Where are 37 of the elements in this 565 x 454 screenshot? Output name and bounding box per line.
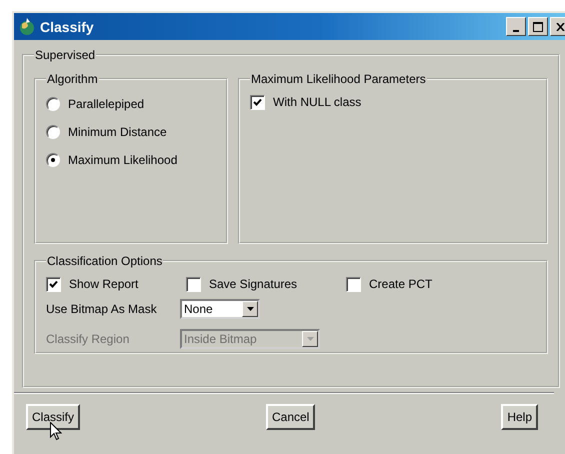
maximize-button[interactable]: [528, 17, 548, 36]
field-label: Classify Region: [46, 332, 130, 346]
minimize-icon: [513, 30, 519, 32]
checkbox[interactable]: [186, 276, 201, 292]
group-title: Algorithm: [46, 72, 99, 86]
checkbox[interactable]: [46, 276, 61, 292]
dialog-button[interactable]: Cancel: [266, 404, 316, 430]
field-label: Use Bitmap As Mask: [46, 302, 158, 316]
radio-button[interactable]: [46, 153, 60, 167]
group-title: Maximum Likelihood Parameters: [250, 72, 427, 86]
dialog-button[interactable]: Help: [501, 404, 538, 430]
window-title: Classify: [40, 18, 95, 34]
caret-icon: [246, 307, 254, 311]
close-button[interactable]: [550, 17, 565, 36]
radio-label: Parallelepiped: [68, 97, 144, 111]
checkbox-label: Show Report: [69, 277, 138, 291]
close-icon: [556, 22, 564, 30]
minimize-button[interactable]: [506, 17, 526, 36]
radio-label: Maximum Likelihood: [68, 153, 178, 167]
group-title: Supervised: [34, 48, 96, 62]
group-title: Classification Options: [46, 254, 164, 268]
checkbox-label: With NULL class: [273, 95, 362, 109]
radio-label: Minimum Distance: [68, 125, 167, 139]
dialog-button[interactable]: Classify: [26, 404, 80, 430]
maximize-icon: [533, 22, 543, 32]
checkbox[interactable]: [250, 94, 265, 110]
checkbox-label: Create PCT: [369, 277, 432, 291]
check-mark-icon: [253, 98, 262, 106]
pointer-icon: [50, 422, 62, 441]
radio-button[interactable]: [46, 97, 60, 111]
caret-icon: [306, 337, 314, 341]
dropdown[interactable]: None: [180, 299, 260, 319]
check-mark-icon: [49, 280, 58, 288]
globe-icon: [19, 18, 35, 36]
checkbox-label: Save Signatures: [209, 277, 298, 291]
checkbox[interactable]: [346, 276, 361, 292]
radio-button[interactable]: [46, 125, 60, 139]
